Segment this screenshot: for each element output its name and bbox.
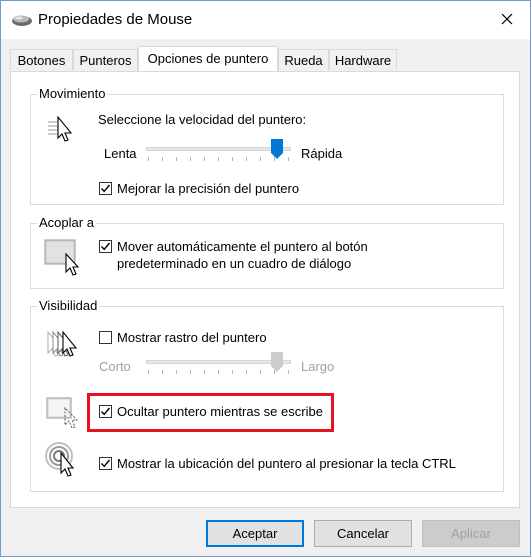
slider-tick [232, 157, 233, 161]
slow-label: Lenta [104, 146, 137, 161]
window-title: Propiedades de Mouse [38, 11, 193, 28]
hide-while-typing-icon [46, 394, 82, 433]
show-location-ctrl-icon [44, 441, 82, 482]
tab-botones[interactable]: Botones [10, 49, 73, 70]
snap-to-button-icon [44, 234, 84, 279]
speed-slider-ticks [148, 157, 289, 161]
mouse-icon [11, 11, 32, 29]
precision-label: Mejorar la precisión del puntero [117, 181, 300, 196]
snap-group-title: Acoplar a [37, 215, 96, 230]
slider-tick [162, 370, 163, 374]
slider-tick [148, 157, 149, 161]
slider-tick [190, 370, 191, 374]
slider-tick [246, 370, 247, 374]
short-label: Corto [99, 359, 131, 374]
show-location-ctrl-checkbox[interactable] [99, 457, 112, 470]
speed-label: Seleccione la velocidad del puntero: [98, 112, 307, 127]
slider-tick [148, 370, 149, 374]
trails-checkbox[interactable] [99, 331, 112, 344]
snap-checkbox[interactable] [99, 240, 112, 253]
long-label: Largo [301, 359, 335, 374]
slider-tick [260, 157, 261, 161]
slider-tick [288, 370, 289, 374]
slider-tick [176, 157, 177, 161]
apply-button[interactable]: Aplicar [422, 520, 520, 547]
ok-button[interactable]: Aceptar [206, 520, 304, 547]
speed-slider-thumb[interactable] [271, 139, 283, 162]
trails-slider-ticks [148, 370, 289, 374]
trails-label: Mostrar rastro del puntero [117, 330, 267, 345]
title-bar[interactable]: Propiedades de Mouse [1, 1, 530, 39]
slider-tick [246, 157, 247, 161]
show-location-ctrl-label: Mostrar la ubicación del puntero al pres… [117, 456, 456, 471]
speed-slider-track[interactable] [146, 147, 291, 151]
tab-rueda[interactable]: Rueda [278, 49, 329, 70]
slider-tick [204, 370, 205, 374]
slider-tick [162, 157, 163, 161]
pointer-speed-icon [46, 114, 82, 147]
close-icon [501, 13, 513, 28]
slider-tick [232, 370, 233, 374]
trails-slider-track[interactable] [146, 360, 291, 364]
visibility-group-title: Visibilidad [37, 298, 100, 313]
pointer-trails-icon [44, 329, 84, 364]
slider-tick [176, 370, 177, 374]
slider-tick [190, 157, 191, 161]
tab-punteros[interactable]: Punteros [73, 49, 138, 70]
tab-hardware[interactable]: Hardware [329, 49, 397, 70]
snap-label-line2: predeterminado en un cuadro de diálogo [117, 256, 352, 271]
tab-panel: Movimiento Seleccione la velocidad del p… [10, 71, 520, 508]
close-button[interactable] [484, 1, 530, 39]
slider-tick [288, 157, 289, 161]
slider-tick [204, 157, 205, 161]
cancel-button[interactable]: Cancelar [314, 520, 412, 547]
highlight-box [87, 393, 334, 432]
movement-group-title: Movimiento [37, 86, 108, 101]
slider-tick [218, 370, 219, 374]
trails-slider-thumb[interactable] [271, 352, 283, 375]
slider-tick [218, 157, 219, 161]
fast-label: Rápida [301, 146, 343, 161]
snap-label-line1: Mover automáticamente el puntero al botó… [117, 239, 368, 254]
precision-checkbox[interactable] [99, 182, 112, 195]
tab-opciones-de-puntero[interactable]: Opciones de puntero [138, 46, 278, 71]
mouse-properties-window: Propiedades de Mouse Botones Punteros Op… [0, 0, 531, 557]
slider-tick [260, 370, 261, 374]
